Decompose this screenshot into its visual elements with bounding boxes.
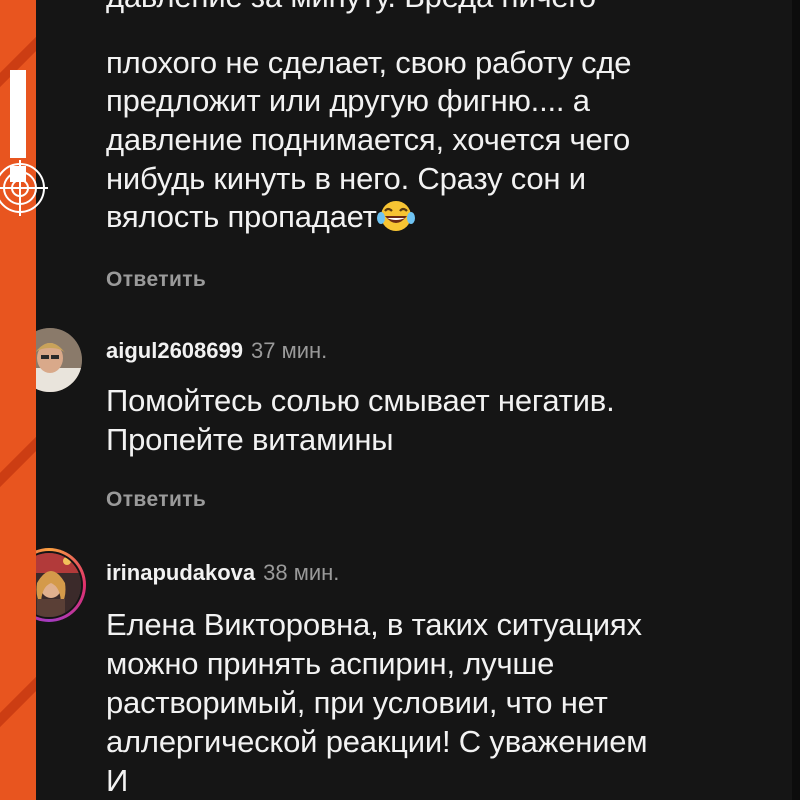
target-icon	[0, 160, 48, 216]
comment-line: И	[106, 763, 129, 798]
timestamp: 38 мин.	[263, 560, 340, 585]
comment-line: вялость пропадает	[106, 199, 377, 234]
username[interactable]: aigul2608699	[106, 338, 243, 363]
timestamp: 37 мин.	[250, 338, 328, 363]
comment-line: давление за минуту. Вреда ничего	[106, 0, 596, 17]
exclamation-icon	[10, 70, 26, 158]
comment-line: Помойтесь солью смывает негатив.	[106, 383, 615, 418]
comment-line: Пропейте витамины	[106, 422, 394, 457]
comment-line: аллергической реакции! С уважением	[106, 724, 648, 759]
comment-line: плохого не сделает, свою работу сде	[106, 45, 632, 80]
comment-line: можно принять аспирин, лучше	[106, 646, 555, 681]
comment-line: предложит или другую фигню.... а	[106, 83, 590, 118]
username[interactable]: irinapudakova	[106, 560, 255, 585]
comments-screen: давление за минуту. Вреда ничего плохого…	[36, 0, 800, 800]
comment-line: Елена Викторовна, в таких ситуациях	[106, 607, 642, 642]
comment-meta: irinapudakova 38 мин.	[106, 560, 339, 586]
comment-meta: aigul2608699 37 мин.	[106, 338, 327, 364]
reply-button[interactable]: Ответить	[106, 268, 206, 292]
avatar-photo	[36, 328, 82, 392]
comment-line: давление поднимается, хочется чего	[106, 122, 630, 157]
phone-edge	[792, 0, 800, 800]
reply-button[interactable]: Ответить	[106, 488, 206, 512]
story-ring[interactable]	[36, 548, 86, 622]
comment-line: нибудь кинуть в него. Сразу сон и	[106, 161, 586, 196]
comment-line: растворимый, при условии, что нет	[106, 685, 608, 720]
comment-last-line: вялость пропадает	[106, 198, 415, 237]
avatar[interactable]	[36, 328, 82, 392]
laughing-with-tears-emoji	[376, 201, 415, 231]
